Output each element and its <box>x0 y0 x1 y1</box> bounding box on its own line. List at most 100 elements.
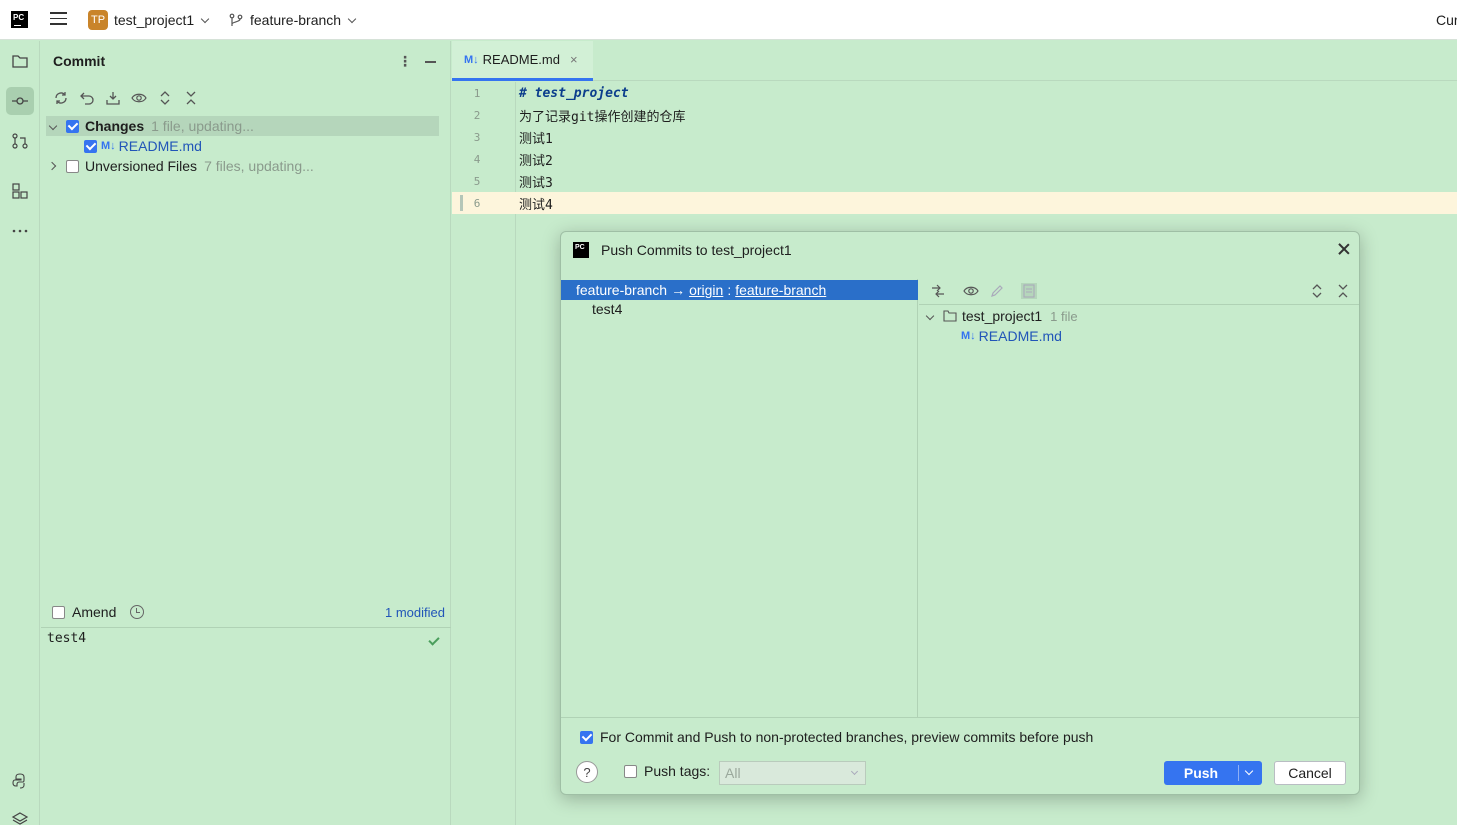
code-text: 测试4 <box>519 197 553 213</box>
markdown-icon: M↓ <box>961 330 976 342</box>
refresh-icon[interactable] <box>53 90 69 106</box>
collapse-all-icon[interactable] <box>183 90 199 106</box>
line-number: 4 <box>473 152 481 166</box>
python-console-icon[interactable] <box>6 767 34 795</box>
push-button[interactable]: Push <box>1164 761 1262 785</box>
open-source-icon[interactable] <box>1021 283 1037 299</box>
expand-toggle-icon[interactable] <box>925 311 935 321</box>
unversioned-checkbox[interactable] <box>66 159 79 173</box>
eye-icon[interactable] <box>963 283 979 299</box>
close-icon[interactable] <box>1337 242 1351 256</box>
remote-link[interactable]: origin <box>689 282 723 298</box>
commit-panel: Commit ⋮ Changes 1 file, updating... M↓ … <box>41 41 451 825</box>
changes-meta: 1 file, updating... <box>151 118 254 134</box>
project-selector[interactable]: test_project1 <box>114 12 210 28</box>
layers-icon[interactable] <box>6 805 34 825</box>
more-icon[interactable] <box>6 217 34 245</box>
tab-readme[interactable]: M↓ README.md × <box>452 41 593 81</box>
branch-selector[interactable]: feature-branch <box>250 12 357 28</box>
chevron-down-icon <box>200 14 210 24</box>
checkmark-icon <box>428 634 440 646</box>
branch-mapping-row[interactable]: feature-branch → origin : feature-branch <box>561 280 918 300</box>
push-tags-value: All <box>725 765 741 781</box>
project-badge[interactable]: TP <box>88 10 108 30</box>
file-checkbox[interactable] <box>84 139 97 153</box>
code-text: 测试3 <box>519 175 553 191</box>
changes-group-row[interactable]: Changes 1 file, updating... <box>46 116 439 136</box>
amend-label[interactable]: Amend <box>72 604 116 620</box>
collapse-all-icon[interactable] <box>1335 283 1351 299</box>
cancel-button[interactable]: Cancel <box>1274 761 1346 785</box>
tab-label: README.md <box>482 52 560 67</box>
modified-link[interactable]: 1 modified <box>385 605 445 620</box>
push-tags-row: Push tags: <box>624 763 710 779</box>
code-text: 测试1 <box>519 131 553 147</box>
shelve-icon[interactable] <box>105 90 121 106</box>
commit-icon[interactable] <box>6 87 34 115</box>
expand-toggle-icon[interactable] <box>48 121 58 131</box>
show-diff-icon[interactable] <box>930 283 946 299</box>
main-menu-icon[interactable] <box>50 12 67 27</box>
pull-requests-icon[interactable] <box>6 127 34 155</box>
split-separator <box>1238 765 1239 781</box>
run-config-label[interactable]: Cur <box>1436 12 1457 28</box>
close-tab-icon[interactable]: × <box>570 52 578 67</box>
line-number: 3 <box>473 130 481 144</box>
edit-icon[interactable] <box>989 283 1005 299</box>
history-clock-icon[interactable] <box>130 605 145 619</box>
expand-toggle-icon[interactable] <box>47 161 57 171</box>
app-logo-icon: PC <box>573 242 589 258</box>
commit-item[interactable]: test4 <box>592 301 622 317</box>
tree-root-row[interactable]: test_project1 1 file <box>925 306 1078 326</box>
remote-branch-link[interactable]: feature-branch <box>735 282 826 298</box>
separator: : <box>727 282 732 298</box>
app-logo-icon[interactable]: PC <box>11 11 28 28</box>
push-tags-select[interactable]: All <box>719 761 866 785</box>
code-line[interactable]: 3 测试1 <box>452 126 1457 148</box>
rollback-icon[interactable] <box>79 90 95 106</box>
code-line[interactable]: 2 为了记录git操作创建的仓库 <box>452 104 1457 126</box>
project-icon[interactable] <box>6 47 34 75</box>
chevron-down-icon[interactable] <box>1244 766 1254 776</box>
amend-checkbox[interactable] <box>52 605 65 619</box>
changes-checkbox[interactable] <box>66 119 79 133</box>
unversioned-group-row[interactable]: Unversioned Files 7 files, updating... <box>46 156 314 176</box>
preview-option-row: For Commit and Push to non-protected bra… <box>580 729 1093 745</box>
arrow-icon: → <box>671 282 686 298</box>
push-tags-label[interactable]: Push tags: <box>644 763 710 779</box>
push-tags-checkbox[interactable] <box>624 764 637 778</box>
preview-label[interactable]: For Commit and Push to non-protected bra… <box>600 729 1093 745</box>
divider <box>41 627 451 628</box>
commit-toolbar <box>53 90 199 110</box>
folder-icon <box>943 310 957 322</box>
file-row-readme[interactable]: M↓ README.md <box>84 136 202 156</box>
expand-all-icon[interactable] <box>157 90 173 106</box>
dialog-title: Push Commits to test_project1 <box>601 242 792 258</box>
help-button[interactable]: ? <box>576 761 598 783</box>
chevron-down-icon <box>347 14 357 24</box>
branch-name: feature-branch <box>250 12 342 28</box>
eye-icon[interactable] <box>131 90 147 106</box>
markdown-icon: M↓ <box>464 53 479 66</box>
tree-file-row[interactable]: M↓ README.md <box>961 326 1062 346</box>
code-line-current[interactable]: 6 测试4 <box>452 192 1457 214</box>
minimize-icon[interactable] <box>425 61 436 63</box>
code-line[interactable]: 4 测试2 <box>452 148 1457 170</box>
markdown-icon: M↓ <box>101 140 116 152</box>
commit-message-input[interactable]: test4 <box>47 631 86 646</box>
panel-title: Commit <box>53 53 106 69</box>
code-line[interactable]: 1 # test_project <box>452 82 1457 104</box>
change-marker[interactable] <box>460 195 463 211</box>
expand-all-icon[interactable] <box>1309 283 1325 299</box>
changes-toolbar <box>919 279 1359 305</box>
preview-checkbox[interactable] <box>580 730 593 744</box>
git-branch-icon <box>229 13 243 26</box>
code-text: 为了记录git操作创建的仓库 <box>519 109 686 125</box>
push-button-label: Push <box>1183 765 1219 781</box>
push-commits-dialog: PC Push Commits to test_project1 feature… <box>560 231 1360 795</box>
options-menu-icon[interactable]: ⋮ <box>398 53 412 70</box>
code-line[interactable]: 5 测试3 <box>452 170 1457 192</box>
tree-root-label: test_project1 <box>962 308 1043 324</box>
unversioned-label: Unversioned Files <box>85 158 198 174</box>
structure-icon[interactable] <box>6 177 34 205</box>
